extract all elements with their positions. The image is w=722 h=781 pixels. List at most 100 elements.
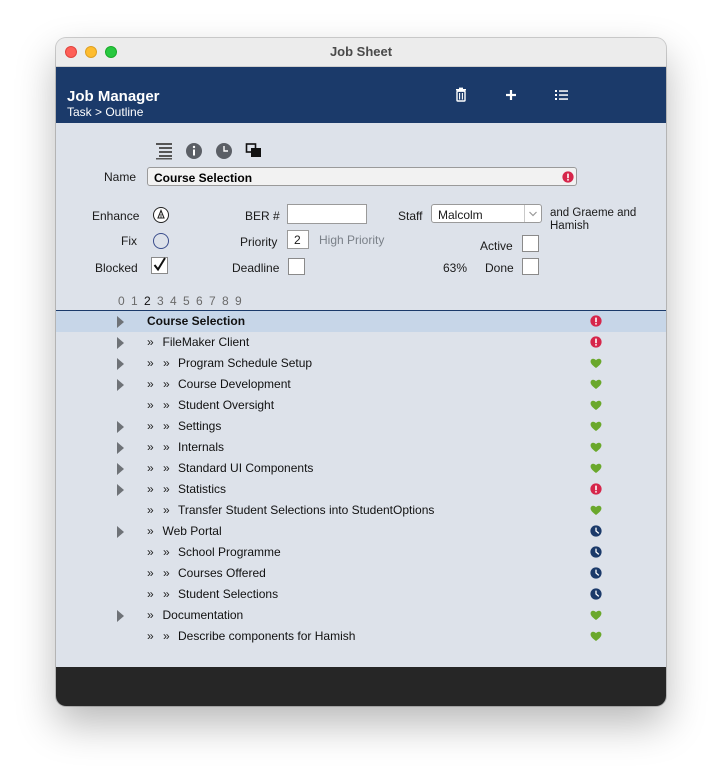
indent-chevron-icon: »	[147, 608, 154, 622]
outline-row-label: Student Selections	[178, 587, 279, 601]
disclosure-triangle-icon[interactable]	[117, 526, 124, 538]
outline-level-8[interactable]: 8	[222, 294, 235, 308]
add-button[interactable]	[501, 85, 521, 105]
indent-chevron-icon: »	[147, 524, 154, 538]
outline-row[interactable]: » » Standard UI Components	[56, 458, 666, 479]
heart-icon	[590, 505, 602, 515]
outline-row[interactable]: » » School Programme	[56, 542, 666, 563]
outline-row[interactable]: Course Selection	[56, 311, 666, 332]
indent-chevron-icon: »	[147, 482, 154, 496]
disclosure-triangle-icon[interactable]	[117, 358, 124, 370]
staff-label: Staff	[398, 209, 423, 223]
outline-row[interactable]: » » Transfer Student Selections into Stude…	[56, 500, 666, 521]
outline-row-label: Course Selection	[147, 314, 246, 328]
disclosure-triangle-icon[interactable]	[117, 379, 124, 391]
indent-chevron-icon: »	[147, 356, 154, 370]
indent-chevron-icon: »	[163, 398, 170, 412]
active-label: Active	[480, 239, 513, 253]
indent-chevron-icon: »	[147, 398, 154, 412]
alert-icon	[590, 483, 602, 495]
outline-level-7[interactable]: 7	[209, 294, 222, 308]
indent-chevron-icon: »	[163, 503, 170, 517]
outline-row[interactable]: » » Student Oversight	[56, 395, 666, 416]
name-value: Course Selection	[154, 171, 253, 185]
alert-icon	[562, 171, 574, 183]
ber-label: BER #	[245, 209, 280, 223]
outline-row[interactable]: » » Statistics	[56, 479, 666, 500]
indent-chevron-icon: »	[147, 419, 154, 433]
disclosure-triangle-icon[interactable]	[117, 316, 124, 328]
done-label: Done	[485, 261, 514, 275]
outline-level-selector: 0123456789	[118, 294, 248, 308]
outline-level-3[interactable]: 3	[157, 294, 170, 308]
blocked-checkbox[interactable]	[151, 257, 168, 274]
enhance-label: Enhance	[92, 209, 140, 223]
indent-chevron-icon: »	[163, 461, 170, 475]
outline-row-label: Web Portal	[162, 524, 222, 538]
outline-row[interactable]: » » Describe components for Hamish	[56, 626, 666, 647]
chevron-down-icon	[524, 205, 541, 222]
outline-row[interactable]: » » Internals	[56, 437, 666, 458]
delete-button[interactable]	[451, 85, 471, 105]
clock-icon	[590, 588, 602, 600]
name-field[interactable]: Course Selection	[147, 167, 577, 186]
outline-level-5[interactable]: 5	[183, 294, 196, 308]
outline-row-label: Course Development	[178, 377, 291, 391]
done-checkbox[interactable]	[522, 258, 539, 275]
outline-row[interactable]: » Documentation	[56, 605, 666, 626]
priority-text: High Priority	[319, 233, 385, 247]
clock-icon[interactable]	[215, 142, 233, 160]
outline-row[interactable]: » Web Portal	[56, 521, 666, 542]
trash-icon	[456, 87, 466, 102]
disclosure-triangle-icon[interactable]	[117, 337, 124, 349]
indent-chevron-icon: »	[147, 629, 154, 643]
heart-icon	[590, 610, 602, 620]
indent-chevron-icon: »	[147, 440, 154, 454]
outline-level-0[interactable]: 0	[118, 294, 131, 308]
outline-level-9[interactable]: 9	[235, 294, 248, 308]
job-sheet-window: Job Sheet Job Manager Task > Outline Nam…	[56, 38, 666, 706]
outline-row-label: Documentation	[162, 608, 244, 622]
list-button[interactable]	[551, 85, 571, 105]
alert-icon	[590, 336, 602, 348]
staff-select[interactable]: Malcolm	[431, 204, 542, 223]
disclosure-triangle-icon[interactable]	[117, 610, 124, 622]
outline-row[interactable]: » » Program Schedule Setup	[56, 353, 666, 374]
heart-icon	[590, 358, 602, 368]
heart-icon	[590, 421, 602, 431]
title-bar: Job Sheet	[56, 38, 666, 67]
outline-row[interactable]: » » Student Selections	[56, 584, 666, 605]
copy-icon[interactable]	[245, 142, 263, 160]
disclosure-triangle-icon[interactable]	[117, 421, 124, 433]
indent-chevron-icon: »	[147, 377, 154, 391]
heart-icon	[590, 463, 602, 473]
outline-level-4[interactable]: 4	[170, 294, 183, 308]
app-title: Job Manager	[67, 88, 160, 105]
outline-row[interactable]: » » Settings	[56, 416, 666, 437]
heart-icon	[590, 442, 602, 452]
footer-bar	[56, 667, 666, 706]
outline-level-2[interactable]: 2	[144, 294, 157, 308]
disclosure-triangle-icon[interactable]	[117, 442, 124, 454]
outline-row[interactable]: » » Courses Offered	[56, 563, 666, 584]
priority-value: 2	[294, 233, 301, 247]
priority-label: Priority	[240, 235, 278, 249]
outline-icon[interactable]	[155, 142, 173, 160]
indent-chevron-icon: »	[147, 335, 154, 349]
outline-level-6[interactable]: 6	[196, 294, 209, 308]
active-checkbox[interactable]	[522, 235, 539, 252]
ber-input[interactable]	[287, 204, 367, 224]
outline-level-1[interactable]: 1	[131, 294, 144, 308]
fix-toggle[interactable]	[153, 233, 169, 249]
enhance-toggle[interactable]	[153, 207, 169, 223]
deadline-checkbox[interactable]	[288, 258, 305, 275]
outline-row[interactable]: » » Course Development	[56, 374, 666, 395]
outline-row-label: Courses Offered	[178, 566, 266, 580]
priority-input[interactable]: 2	[287, 230, 309, 249]
info-icon[interactable]	[185, 142, 203, 160]
outline-row[interactable]: » FileMaker Client	[56, 332, 666, 353]
disclosure-triangle-icon[interactable]	[117, 484, 124, 496]
alert-icon	[590, 315, 602, 327]
disclosure-triangle-icon[interactable]	[117, 463, 124, 475]
deadline-label: Deadline	[232, 261, 280, 275]
